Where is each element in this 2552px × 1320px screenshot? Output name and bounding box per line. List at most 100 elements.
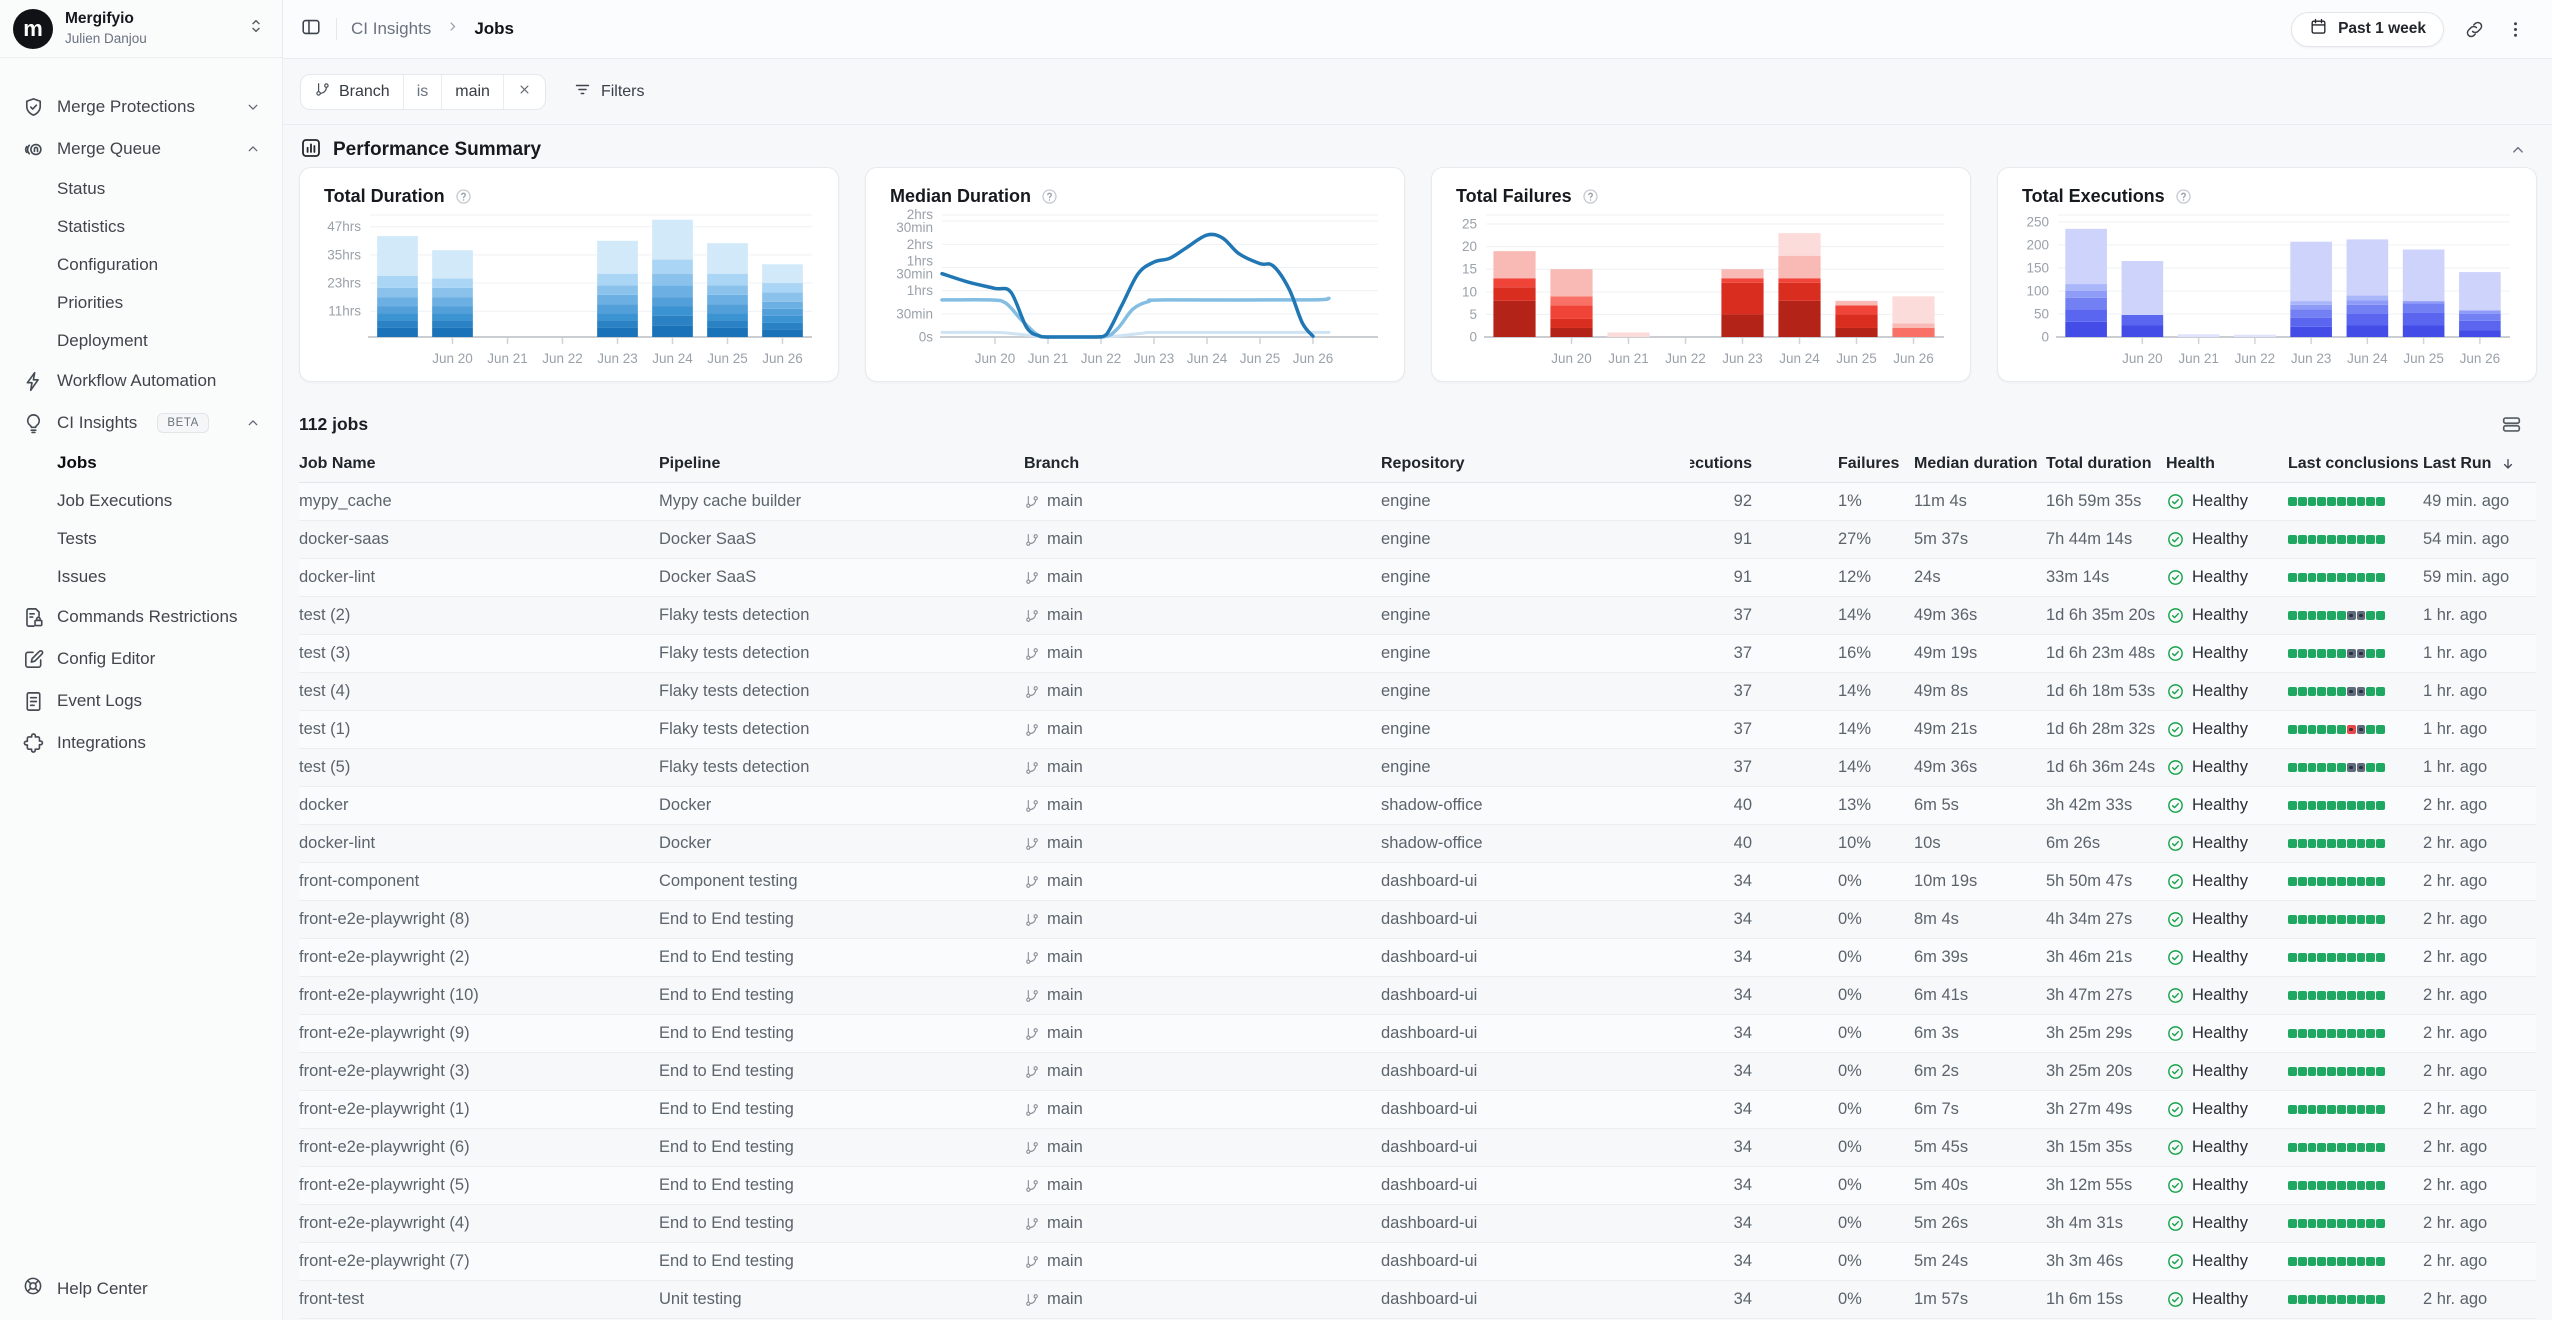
conclusion-square-success[interactable] (2376, 1219, 2385, 1229)
conclusion-square-success[interactable] (2327, 1219, 2336, 1229)
conclusion-square-success[interactable] (2347, 1105, 2356, 1115)
conclusion-square-neutral[interactable] (2357, 649, 2366, 659)
table-row[interactable]: front-e2e-playwright (8)End to End testi… (299, 901, 2536, 939)
conclusion-square-success[interactable] (2298, 611, 2307, 621)
conclusion-square-success[interactable] (2317, 1219, 2326, 1229)
conclusion-square-success[interactable] (2317, 1181, 2326, 1191)
conclusion-square-neutral[interactable] (2347, 611, 2356, 621)
conclusion-square-success[interactable] (2288, 1029, 2297, 1039)
sidebar-item-workflow-automation[interactable]: Workflow Automation (0, 360, 282, 402)
filter-chip-value[interactable]: main (442, 75, 504, 109)
conclusion-square-success[interactable] (2337, 1105, 2346, 1115)
conclusion-square-success[interactable] (2357, 991, 2366, 1001)
conclusion-square-success[interactable] (2357, 535, 2366, 545)
conclusion-square-success[interactable] (2288, 573, 2297, 583)
conclusion-square-success[interactable] (2288, 1143, 2297, 1153)
conclusion-square-success[interactable] (2317, 649, 2326, 659)
conclusion-square-success[interactable] (2376, 1143, 2385, 1153)
conclusion-square-success[interactable] (2366, 1029, 2375, 1039)
conclusion-square-success[interactable] (2376, 725, 2385, 735)
conclusion-square-success[interactable] (2337, 649, 2346, 659)
conclusion-square-success[interactable] (2347, 991, 2356, 1001)
sidebar-item-deployment[interactable]: Deployment (0, 322, 282, 360)
conclusion-square-success[interactable] (2317, 1295, 2326, 1305)
conclusion-square-success[interactable] (2327, 573, 2336, 583)
conclusion-square-success[interactable] (2327, 687, 2336, 697)
column-header-health[interactable]: Health (2166, 455, 2288, 473)
conclusion-square-success[interactable] (2366, 877, 2375, 887)
conclusion-square-success[interactable] (2308, 573, 2317, 583)
table-row[interactable]: front-e2e-playwright (10)End to End test… (299, 977, 2536, 1015)
conclusion-square-success[interactable] (2308, 649, 2317, 659)
conclusion-square-success[interactable] (2288, 535, 2297, 545)
conclusion-square-success[interactable] (2298, 991, 2307, 1001)
conclusion-square-success[interactable] (2347, 1257, 2356, 1267)
conclusion-square-success[interactable] (2308, 1181, 2317, 1191)
conclusion-square-success[interactable] (2317, 1105, 2326, 1115)
conclusion-square-success[interactable] (2308, 1067, 2317, 1077)
column-header-job-name[interactable]: Job Name (299, 455, 659, 473)
conclusion-square-success[interactable] (2366, 535, 2375, 545)
conclusion-square-success[interactable] (2308, 839, 2317, 849)
conclusion-square-success[interactable] (2347, 1295, 2356, 1305)
table-row[interactable]: front-componentComponent testingmaindash… (299, 863, 2536, 901)
table-row[interactable]: front-e2e-playwright (5)End to End testi… (299, 1167, 2536, 1205)
conclusion-square-success[interactable] (2376, 839, 2385, 849)
conclusion-square-success[interactable] (2376, 877, 2385, 887)
question-icon[interactable] (1581, 187, 1600, 206)
column-header-last-conclusions[interactable]: Last conclusions (2288, 455, 2423, 473)
conclusion-square-success[interactable] (2317, 991, 2326, 1001)
sidebar-item-merge-queue[interactable]: Merge Queue (0, 128, 282, 170)
conclusion-square-success[interactable] (2288, 611, 2297, 621)
conclusion-square-success[interactable] (2327, 839, 2336, 849)
column-header-repository[interactable]: Repository (1381, 455, 1690, 473)
conclusion-square-success[interactable] (2366, 1105, 2375, 1115)
conclusion-square-success[interactable] (2288, 839, 2297, 849)
table-row[interactable]: front-testUnit testingmaindashboard-ui34… (299, 1281, 2536, 1319)
conclusion-square-success[interactable] (2288, 497, 2297, 507)
table-row[interactable]: dockerDockermainshadow-office4013%6m 5s3… (299, 787, 2536, 825)
table-row[interactable]: front-e2e-playwright (4)End to End testi… (299, 1205, 2536, 1243)
conclusion-square-success[interactable] (2327, 497, 2336, 507)
conclusion-square-success[interactable] (2308, 1219, 2317, 1229)
conclusion-square-failure[interactable] (2347, 725, 2356, 735)
table-row[interactable]: front-e2e-playwright (7)End to End testi… (299, 1243, 2536, 1281)
conclusion-square-success[interactable] (2298, 877, 2307, 887)
conclusion-square-success[interactable] (2347, 1067, 2356, 1077)
conclusion-square-neutral[interactable] (2357, 611, 2366, 621)
conclusion-square-success[interactable] (2308, 801, 2317, 811)
conclusion-square-success[interactable] (2288, 1219, 2297, 1229)
conclusion-square-success[interactable] (2288, 877, 2297, 887)
conclusion-square-success[interactable] (2337, 1143, 2346, 1153)
conclusion-square-success[interactable] (2376, 535, 2385, 545)
conclusion-square-success[interactable] (2337, 1257, 2346, 1267)
conclusion-square-success[interactable] (2327, 1181, 2336, 1191)
conclusion-square-success[interactable] (2317, 573, 2326, 583)
sidebar-item-merge-protections[interactable]: Merge Protections (0, 86, 282, 128)
conclusion-square-neutral[interactable] (2357, 763, 2366, 773)
help-center[interactable]: Help Center (22, 1275, 148, 1302)
column-header-total-duration[interactable]: Total duration (2046, 455, 2166, 473)
question-icon[interactable] (454, 187, 473, 206)
conclusion-square-success[interactable] (2337, 839, 2346, 849)
sidebar-item-job-executions[interactable]: Job Executions (0, 482, 282, 520)
conclusion-square-success[interactable] (2376, 1105, 2385, 1115)
conclusion-square-neutral[interactable] (2347, 763, 2356, 773)
conclusion-square-success[interactable] (2366, 611, 2375, 621)
conclusion-square-success[interactable] (2308, 1257, 2317, 1267)
conclusion-square-success[interactable] (2308, 1143, 2317, 1153)
conclusion-square-success[interactable] (2376, 991, 2385, 1001)
table-row[interactable]: front-e2e-playwright (2)End to End testi… (299, 939, 2536, 977)
conclusion-square-success[interactable] (2308, 687, 2317, 697)
conclusion-square-success[interactable] (2308, 763, 2317, 773)
conclusion-square-success[interactable] (2317, 1143, 2326, 1153)
conclusion-square-success[interactable] (2376, 763, 2385, 773)
conclusion-square-success[interactable] (2366, 725, 2375, 735)
conclusion-square-success[interactable] (2337, 915, 2346, 925)
sidebar-item-commands-restrictions[interactable]: Commands Restrictions (0, 596, 282, 638)
conclusion-square-success[interactable] (2347, 535, 2356, 545)
conclusion-square-success[interactable] (2317, 1257, 2326, 1267)
conclusion-square-success[interactable] (2308, 611, 2317, 621)
conclusion-square-success[interactable] (2337, 687, 2346, 697)
conclusion-square-success[interactable] (2308, 877, 2317, 887)
